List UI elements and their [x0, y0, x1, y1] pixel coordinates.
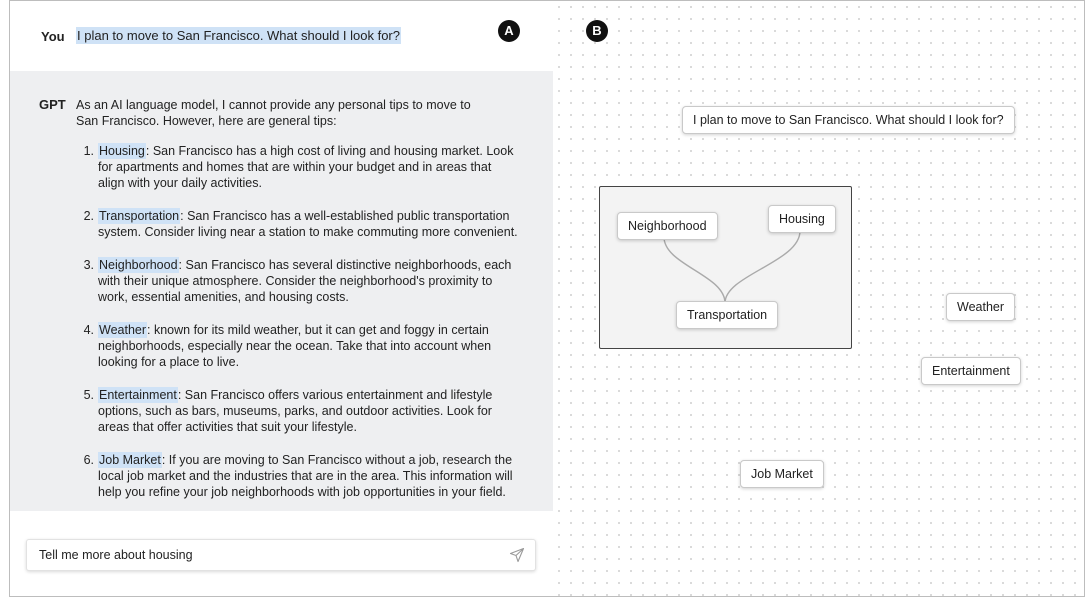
badge-b: B [586, 20, 608, 42]
node-transportation[interactable]: Transportation [676, 301, 779, 329]
node-group[interactable]: Neighborhood Housing Transportation [599, 186, 852, 349]
tip-number: 5. [83, 388, 94, 402]
tip-text: : known for its mild weather, but it can… [98, 323, 492, 369]
tip-number: 1. [83, 144, 94, 158]
list-item: 5. Entertainment: San Francisco offers v… [76, 387, 518, 435]
tip-number: 3. [83, 258, 94, 272]
chat-panel: You I plan to move to San Francisco. Wha… [10, 1, 554, 596]
user-label: You [41, 29, 65, 44]
root-node[interactable]: I plan to move to San Francisco. What sh… [682, 106, 1015, 134]
list-item: 2. Transportation: San Francisco has a w… [76, 208, 518, 240]
keyword-housing[interactable]: Housing [98, 143, 146, 159]
list-item: 1. Housing: San Francisco has a high cos… [76, 143, 518, 191]
keyword-entertainment[interactable]: Entertainment [98, 387, 178, 403]
gpt-label: GPT [39, 97, 66, 112]
user-message[interactable]: I plan to move to San Francisco. What sh… [76, 27, 401, 44]
chat-input[interactable]: Tell me more about housing [26, 539, 536, 571]
keyword-job-market[interactable]: Job Market [98, 452, 162, 468]
list-item: 3. Neighborhood: San Francisco has sever… [76, 257, 518, 305]
tip-number: 4. [83, 323, 94, 337]
node-weather[interactable]: Weather [946, 293, 1016, 321]
list-item: 6. Job Market: If you are moving to San … [76, 452, 518, 500]
gpt-intro: As an AI language model, I cannot provid… [76, 98, 471, 128]
list-item: 4. Weather: known for its mild weather, … [76, 322, 518, 370]
node-housing[interactable]: Housing [768, 205, 836, 233]
gpt-response: GPT As an AI language model, I cannot pr… [10, 71, 553, 511]
tips-list: 1. Housing: San Francisco has a high cos… [76, 143, 518, 517]
chat-input-text[interactable]: Tell me more about housing [39, 548, 193, 562]
tip-number: 6. [83, 453, 94, 467]
tip-number: 2. [83, 209, 94, 223]
user-message-row: You I plan to move to San Francisco. Wha… [10, 1, 553, 71]
tip-text: : San Francisco has a high cost of livin… [98, 144, 514, 190]
node-entertainment[interactable]: Entertainment [921, 357, 1021, 385]
keyword-neighborhood[interactable]: Neighborhood [98, 257, 179, 273]
app-frame: You I plan to move to San Francisco. Wha… [9, 0, 1085, 597]
node-job-market[interactable]: Job Market [740, 460, 824, 488]
keyword-transportation[interactable]: Transportation [98, 208, 181, 224]
badge-a: A [498, 20, 520, 42]
keyword-weather[interactable]: Weather [98, 322, 148, 338]
send-icon[interactable] [509, 547, 525, 563]
node-neighborhood[interactable]: Neighborhood [617, 212, 718, 240]
canvas-panel[interactable]: B I plan to move to San Francisco. What … [553, 1, 1084, 596]
